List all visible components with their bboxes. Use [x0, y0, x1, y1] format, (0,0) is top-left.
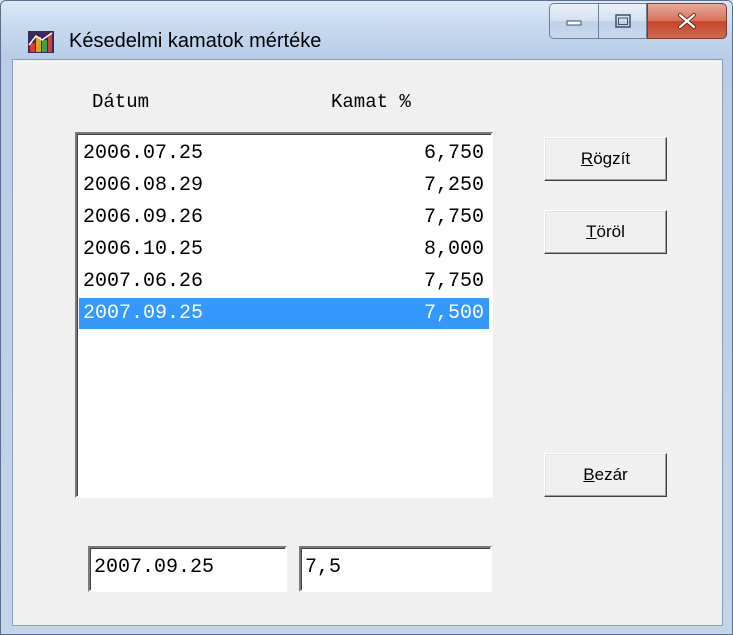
list-item-rate: 7,750 — [423, 206, 484, 229]
maximize-icon — [614, 14, 631, 28]
close-button-label: ezár — [594, 465, 628, 484]
list-item-date: 2006.10.25 — [83, 238, 204, 261]
list-item[interactable]: 2006.09.26 7,750 — [79, 202, 489, 233]
list-item-selected[interactable]: 2007.09.25 7,500 — [79, 298, 489, 329]
list-item-rate: 8,000 — [423, 238, 484, 261]
minimize-icon — [566, 20, 582, 26]
list-item[interactable]: 2006.08.29 7,250 — [79, 170, 489, 201]
minimize-button[interactable] — [549, 3, 598, 39]
list-item-date: 2006.09.26 — [83, 206, 204, 229]
list-item-rate: 7,750 — [423, 270, 484, 293]
caption-buttons — [549, 3, 727, 39]
column-header-date: Dátum — [92, 91, 150, 113]
list-item[interactable]: 2007.06.26 7,750 — [79, 266, 489, 297]
list-item-rate: 7,500 — [423, 302, 484, 325]
maximize-button[interactable] — [598, 3, 647, 39]
dialog-window: Késedelmi kamatok mértéke Dátum Kamat % … — [0, 0, 733, 635]
save-button-label: ögzít — [593, 149, 631, 168]
list-item-date: 2006.07.25 — [83, 142, 204, 165]
delete-button-mnemonic: T — [586, 222, 597, 241]
list-item-date: 2007.06.26 — [83, 270, 204, 293]
delete-button-label: öröl — [596, 222, 625, 241]
close-button[interactable]: Bezár — [544, 453, 667, 497]
dialog-client-area: Dátum Kamat % 2006.07.25 6,750 2006.08.2… — [12, 59, 723, 626]
list-item-rate: 6,750 — [423, 142, 484, 165]
chart-app-icon — [28, 31, 54, 53]
list-item[interactable]: 2006.10.25 8,000 — [79, 234, 489, 265]
delete-button[interactable]: Töröl — [544, 210, 667, 254]
save-button[interactable]: Rögzít — [544, 137, 667, 181]
title-bar[interactable]: Késedelmi kamatok mértéke — [1, 1, 732, 59]
list-item-rate: 7,250 — [423, 174, 484, 197]
list-item-date: 2007.09.25 — [83, 302, 204, 325]
window-title: Késedelmi kamatok mértéke — [69, 30, 322, 52]
close-window-button[interactable] — [647, 3, 727, 39]
list-item-date: 2006.08.29 — [83, 174, 204, 197]
list-item[interactable]: 2006.07.25 6,750 — [79, 138, 489, 169]
save-button-mnemonic: R — [580, 149, 594, 168]
date-input[interactable]: 2007.09.25 — [88, 546, 287, 592]
close-button-mnemonic: B — [583, 465, 595, 484]
close-icon — [678, 13, 696, 29]
rates-listbox[interactable]: 2006.07.25 6,750 2006.08.29 7,250 2006.0… — [75, 132, 493, 498]
rate-input[interactable]: 7,5 — [299, 546, 492, 592]
column-header-rate: Kamat % — [331, 91, 411, 113]
